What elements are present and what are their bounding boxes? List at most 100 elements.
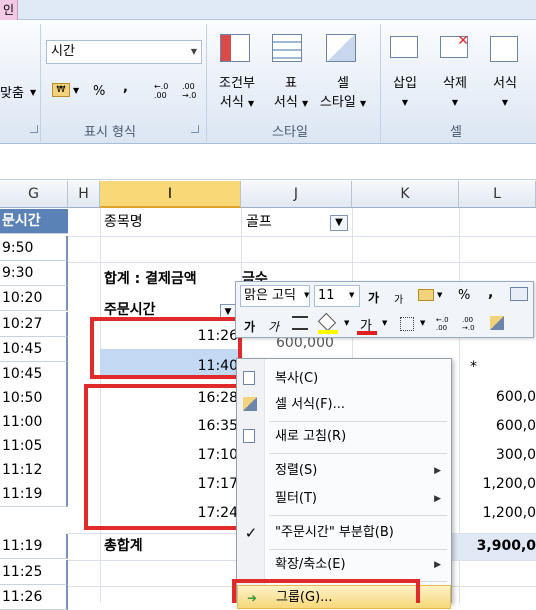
colg-cell[interactable]: 11:26 [0,585,68,610]
pivot-sum-label[interactable]: 합계 : 결제금액 [104,267,197,292]
bold-button[interactable]: 가 [244,318,255,335]
alignment-partial-label[interactable]: 맞춤 [0,82,24,101]
percent-button[interactable]: % [93,84,105,99]
menu-item-format-cells[interactable]: 셀 서식(F)... [237,393,451,417]
menu-item-filter[interactable]: 필터(T) ▶ [237,487,451,511]
colg-cell[interactable]: 10:45 [0,337,68,362]
group-separator [380,24,381,142]
cell-style-line2: 스타일 [319,95,356,110]
tab-partial[interactable]: 인 [0,0,18,20]
column-header-k[interactable]: K [352,181,459,208]
decrease-decimal-icon[interactable]: .00 →.0 [182,82,196,100]
group-separator [40,24,41,142]
colg-cell[interactable]: 11:19 [0,482,68,507]
center-align-icon[interactable] [292,316,308,330]
insert-cells-icon[interactable] [390,36,418,58]
number-format-launcher-icon[interactable] [191,125,199,133]
amount-cell[interactable]: 600,0 [460,414,536,439]
table-icon[interactable] [510,287,528,301]
table-fmt-line1: 표 [285,76,297,91]
menu-item-subtotal[interactable]: ✓ "주문시간" 부분합(B) [237,521,451,545]
format-as-table-icon[interactable] [272,34,302,62]
fill-color-icon[interactable] [317,312,337,332]
menu-item-sort[interactable]: 정렬(S) ▶ [237,459,451,483]
menu-item-expand-collapse[interactable]: 확장/축소(E) ▶ [237,553,451,577]
cell-styles-icon[interactable] [326,34,356,62]
colg-cell[interactable]: 10:20 [0,286,68,311]
column-header-g[interactable]: G [0,181,68,208]
italic-button[interactable]: 가 [268,318,279,335]
column-header-i[interactable]: I [100,181,241,208]
font-name-dropdown[interactable]: 맑은 고딕 [240,285,310,307]
shrink-font-button[interactable]: 가 [394,291,403,306]
colg-cell[interactable]: 11:19 [0,534,68,559]
font-size-value: 11 [318,288,335,303]
menu-item-copy[interactable]: 복사(C) [237,367,451,391]
annotation-box [84,384,242,530]
amount-cell[interactable]: 300,0 [460,443,536,468]
ribbon-tab-strip [0,0,536,20]
chevron-down-icon: ▼ [301,99,309,108]
styles-group-label: 스타일 [272,125,308,140]
column-header-j[interactable]: J [241,181,352,208]
comma-button[interactable]: , [488,285,493,301]
comma-button[interactable]: , [123,80,128,95]
grand-total-label[interactable]: 총합계 [104,534,143,559]
colg-cell[interactable]: 10:50 [0,386,68,411]
format-button[interactable]: 서식 ▼ [484,74,526,112]
column-header-h[interactable]: H [68,181,100,208]
pivot-filter-label[interactable]: 종목명 [104,210,143,235]
conditional-formatting-button[interactable]: 조건부 서식 ▼ [210,74,264,113]
menu-separator [269,549,447,550]
menu-separator [269,421,447,422]
gridline [68,236,536,237]
number-format-dropdown[interactable]: 시간 ▼ [46,40,202,64]
conditional-formatting-icon[interactable] [220,34,250,62]
alignment-launcher-icon[interactable] [30,125,38,133]
menu-separator [269,515,447,516]
insert-button[interactable]: 삽입 ▼ [384,74,426,112]
colg-cell[interactable]: 11:00 [0,410,68,435]
amount-cell[interactable]: 600,0 [460,385,536,410]
increase-decimal-icon[interactable]: ←.0 .00 [154,82,168,100]
format-painter-icon[interactable] [490,316,504,330]
decrease-decimal-icon[interactable]: .00 →.0 [462,316,475,332]
pivot-filter-value[interactable]: 골프 [246,210,272,235]
chevron-down-icon: ▼ [401,98,409,107]
currency-icon[interactable]: ₩ [52,83,70,97]
delete-cells-icon[interactable]: ✕ [440,33,469,58]
gridline [68,262,536,263]
delete-x-icon: ✕ [457,33,469,49]
format-label: 서식 [493,76,517,91]
colg-header-cell[interactable]: 문시간 [0,209,68,234]
fill-color-swatch [318,330,338,334]
colg-cell[interactable]: 11:12 [0,458,68,483]
colg-cell[interactable]: 11:25 [0,560,68,585]
increase-decimal-icon[interactable]: ←.0 .00 [436,316,449,332]
chevron-down-icon: ▼ [359,99,367,108]
cell-styles-button[interactable]: 셀 스타일 ▼ [312,74,374,113]
percent-button[interactable]: % [458,288,470,303]
font-color-swatch [357,331,377,335]
amount-cell[interactable]: 1,200,0 [460,472,536,497]
colg-cell[interactable]: 10:27 [0,312,68,337]
cond-fmt-line2-wrap: 서식 ▼ [210,93,264,113]
colg-cell[interactable]: 11:05 [0,434,68,459]
colg-cell[interactable]: 9:50 [0,236,68,261]
format-as-table-button[interactable]: 표 서식 ▼ [264,74,318,113]
currency-icon[interactable] [418,289,434,301]
column-header-l[interactable]: L [459,181,536,208]
format-cells-icon[interactable] [490,36,518,62]
borders-icon[interactable] [400,317,414,331]
delete-button[interactable]: 삭제 ▼ [434,74,476,112]
chevron-down-icon: ▼ [437,291,443,299]
chevron-down-icon: ▼ [247,99,255,108]
colg-cell[interactable]: 10:45 [0,362,68,387]
filter-dropdown-icon[interactable]: ▼ [330,215,348,231]
menu-item-refresh[interactable]: 새로 고침(R) [237,425,451,449]
colg-cell[interactable]: 9:30 [0,261,68,286]
amount-cell[interactable]: 1,200,0 [460,501,536,526]
grow-font-button[interactable]: 가 [368,289,379,306]
number-format-value: 시간 [51,44,75,59]
grand-total-value[interactable]: 3,900,0 [452,534,536,559]
